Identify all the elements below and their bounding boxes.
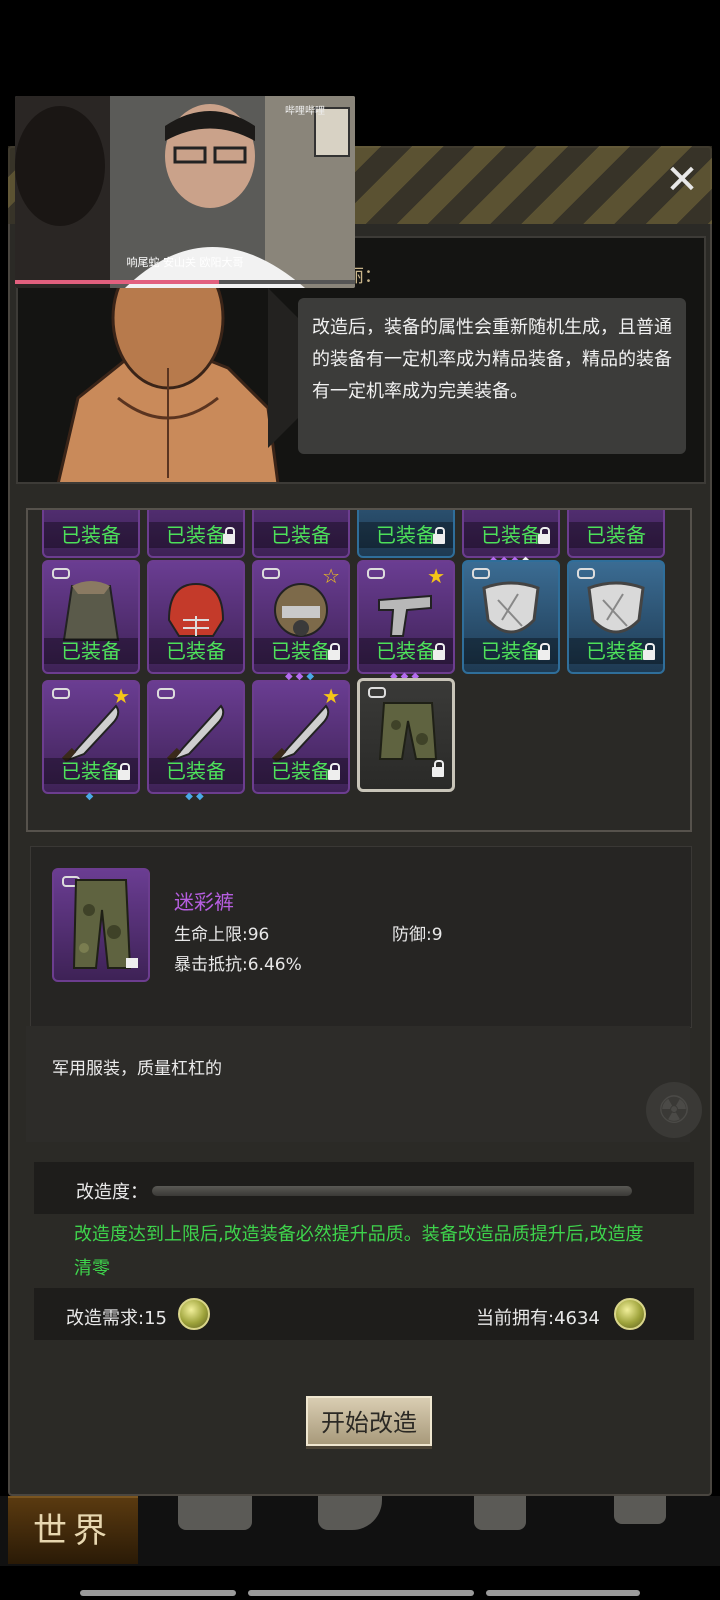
star-icon: ☆ [322, 564, 340, 588]
inventory-slot[interactable]: ☆ 已装备 ◆◆◆ [252, 560, 350, 682]
quality-gems: ◆ [44, 792, 138, 802]
bind-chain-icon [52, 688, 70, 699]
description-box [26, 1026, 690, 1142]
stat-defense: 防御:9 [392, 925, 443, 945]
modify-requirement: 改造需求:15 [66, 1308, 167, 1329]
pants-icon [378, 702, 438, 760]
inventory-slot[interactable]: ★ 已装备 ◆ [42, 680, 140, 802]
system-nav-bar [80, 1590, 640, 1596]
inventory-slot[interactable]: 已装备 [462, 560, 560, 674]
inventory-slot[interactable]: 已装备◆◆◆◆ [462, 510, 560, 566]
star-icon: ★ [427, 564, 445, 588]
inventory-slot[interactable]: 已装备 [252, 510, 350, 558]
lock-icon [328, 763, 340, 780]
helmet-icon [167, 582, 225, 637]
pistol-icon [378, 594, 432, 637]
gem-icon: ◆ [85, 791, 97, 802]
stat-hp: 生命上限:96 [174, 925, 270, 945]
gasmask-icon [274, 583, 328, 637]
dialog-bubble: 改造后，装备的属性会重新随机生成，且普通的装备有一定机率成为精品装备，精品的装备… [298, 298, 686, 454]
nav-handle-right [486, 1590, 640, 1596]
inventory-slot[interactable]: 已装备 [567, 560, 665, 674]
lock-icon [118, 763, 130, 780]
lock-icon [433, 527, 445, 544]
selected-item-icon [52, 868, 150, 982]
lock-icon [538, 527, 550, 544]
star-icon: ★ [112, 684, 130, 708]
equipment-grid[interactable]: 已装备已装备已装备已装备已装备◆◆◆◆已装备已装备已装备☆已装备◆◆◆★已装备◆… [26, 508, 692, 832]
item-description: 军用服装，质量杠杠的 [52, 1059, 222, 1079]
cart-icon[interactable] [614, 1496, 666, 1524]
equipped-label: 已装备 [44, 638, 138, 664]
stat-crit-resist: 暴击抵抗:6.46% [174, 955, 302, 975]
gem-icon: ◆ [196, 791, 207, 802]
inventory-slot[interactable]: 已装备 [357, 510, 455, 558]
equipped-label: 已装备 [149, 758, 243, 784]
quality-gems: ◆◆ [149, 792, 243, 802]
bind-chain-icon [52, 568, 70, 579]
currency-owned: 当前拥有:4634 [476, 1308, 600, 1329]
radiation-icon: ☢ [646, 1082, 702, 1138]
bottle-cap-coin-icon [178, 1298, 210, 1330]
item-name: 迷彩裤 [174, 890, 234, 914]
lock-icon [433, 643, 445, 660]
lock-icon [126, 958, 138, 968]
machete-icon [166, 704, 225, 762]
inventory-slot[interactable]: 已装备 [147, 510, 245, 558]
modify-progress-bar [152, 1186, 632, 1196]
star-icon: ★ [322, 684, 340, 708]
machete-icon [271, 704, 330, 762]
machete-icon [61, 704, 120, 762]
lock-icon [643, 643, 655, 660]
building-icon[interactable] [474, 1496, 526, 1530]
coat-icon [62, 581, 120, 641]
shield-icon [482, 581, 540, 634]
modify-progress-label: 改造度： [76, 1182, 148, 1203]
equipped-label: 已装备 [569, 522, 663, 548]
video-overlay[interactable]: 哔哩哔哩 响尾蛇 安山关 欧阳大哥 [15, 96, 355, 288]
equipped-label: 已装备 [254, 522, 348, 548]
close-icon[interactable]: ✕ [660, 158, 704, 202]
start-modify-button[interactable]: 开始改造 [306, 1396, 432, 1446]
lock-icon [328, 643, 340, 660]
inventory-slot[interactable]: 已装备 [567, 510, 665, 558]
bind-chain-icon [577, 568, 595, 579]
modify-note: 改造度达到上限后,改造装备必然提升品质。装备改造品质提升后,改造度清零 [74, 1224, 644, 1279]
video-watermark: 哔哩哔哩 [285, 106, 325, 117]
bottle-cap-coin-icon [614, 1298, 646, 1330]
equipped-label: 已装备 [44, 522, 138, 548]
nav-handle-center [248, 1590, 474, 1596]
lock-icon [223, 527, 235, 544]
inventory-slot[interactable]: ★ 已装备 ◆◆◆ [357, 560, 455, 682]
inventory-slot[interactable]: 已装备 [42, 510, 140, 558]
backpack-icon[interactable] [178, 1496, 252, 1530]
video-progress-fill [15, 280, 219, 284]
shield-icon [587, 581, 645, 634]
nav-handle-left [80, 1590, 236, 1596]
inventory-slot-selected[interactable] [357, 678, 455, 792]
bind-chain-icon [367, 568, 385, 579]
bind-chain-icon [472, 568, 490, 579]
nav-world-label: 世界 [33, 1511, 113, 1551]
bind-chain-icon [262, 568, 280, 579]
lock-icon [538, 643, 550, 660]
inventory-slot[interactable]: 已装备 [147, 560, 245, 674]
inventory-slot[interactable]: 已装备 ◆◆ [147, 680, 245, 802]
inventory-slot[interactable]: 已装备 [42, 560, 140, 674]
gem-icon: ◆ [185, 791, 196, 802]
video-subtitle: 响尾蛇 安山关 欧阳大哥 [126, 256, 244, 269]
bind-chain-icon [368, 687, 386, 698]
inventory-slot[interactable]: ★ 已装备 [252, 680, 350, 794]
equipped-label: 已装备 [149, 638, 243, 664]
bind-chain-icon [157, 688, 175, 699]
nav-world[interactable]: 世界 [8, 1496, 138, 1564]
lock-icon [432, 760, 444, 777]
